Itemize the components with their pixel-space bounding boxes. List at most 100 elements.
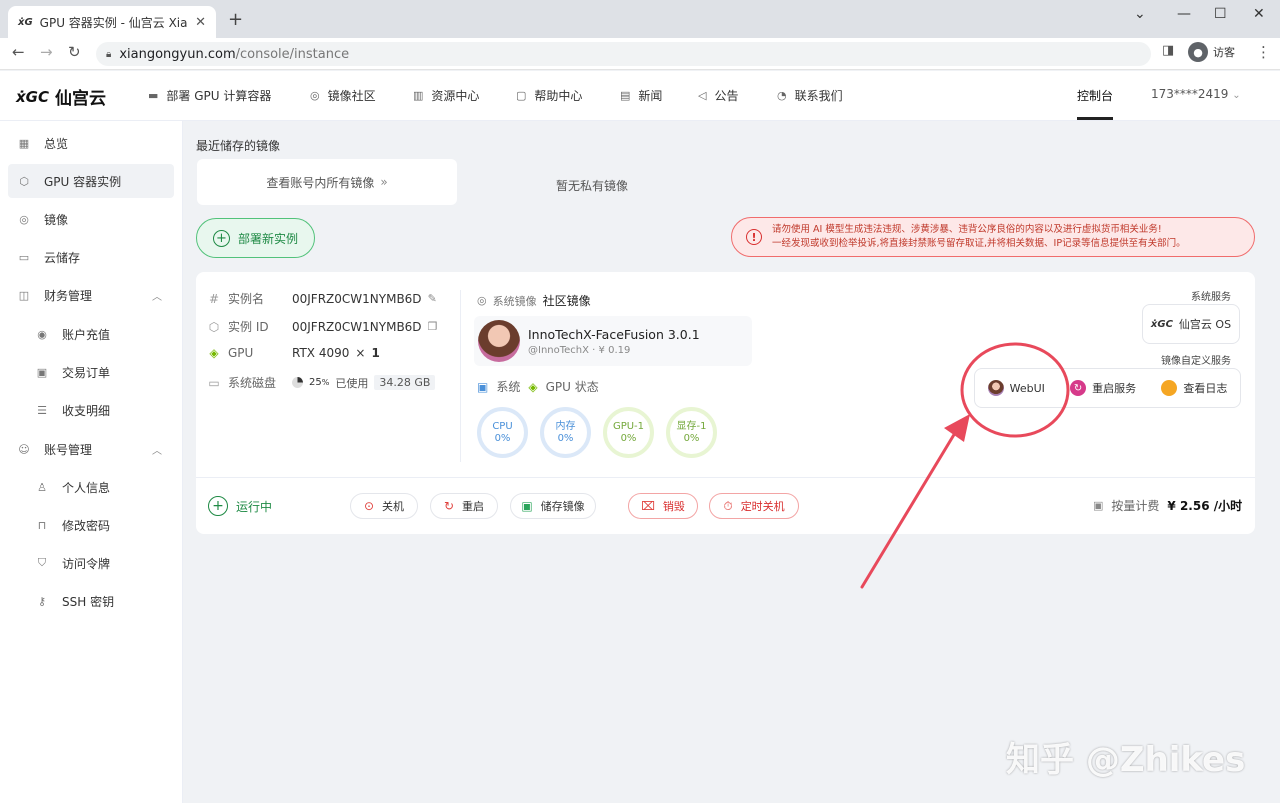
- save-icon: ▣: [521, 499, 533, 513]
- console-sidebar: ▦ 总览 ⬡ GPU 容器实例 ◎ 镜像 ▭ 云储存 ◫ 财务管理 ︿ ◉ 账户充值 ▣ 交易订…: [0, 121, 183, 803]
- restart-service-button[interactable]: ↻ 重启服务: [1070, 380, 1136, 396]
- window-close-icon[interactable]: ✕: [1253, 6, 1265, 22]
- sidebar-item-orders[interactable]: ▣ 交易订单: [8, 355, 174, 389]
- sidebar-item-password[interactable]: ⊓ 修改密码: [8, 508, 174, 542]
- instance-name-value: 00JFRZ0CW1NYMB6D: [292, 291, 422, 306]
- chevron-up-icon: ︿: [152, 291, 162, 303]
- address-bar[interactable]: 🔒︎ xiangongyun.com/console/instance: [96, 42, 1151, 66]
- sidebar-item-label: 访问令牌: [62, 556, 111, 571]
- sidebar-group-account[interactable]: ☺ 账号管理 ︿: [8, 432, 174, 466]
- nav-label: 资源中心: [431, 89, 480, 103]
- warning-line-2: 一经发现或收到检举投诉,将直接封禁账号留存取证,并将相关数据、IP记录等信息提供…: [772, 238, 1186, 249]
- image-info-box[interactable]: InnoTechX-FaceFusion 3.0.1 @InnoTechX · …: [474, 316, 752, 366]
- maximize-icon[interactable]: ☐: [1214, 6, 1227, 22]
- browser-tab-strip: ẋG GPU 容器实例 - 仙宫云 Xiangon ✕ + ⌄ — ☐ ✕: [0, 0, 1280, 38]
- nav-contact[interactable]: ◔ 联系我们: [777, 87, 843, 104]
- forward-icon[interactable]: →: [40, 43, 53, 61]
- custom-service-label: 镜像自定义服务: [1161, 356, 1231, 367]
- sidebar-item-ledger[interactable]: ☰ 收支明细: [8, 393, 174, 427]
- site-logo[interactable]: ẋGC 仙宫云: [16, 84, 106, 110]
- headset-icon: ◔: [777, 89, 787, 102]
- disc-icon: ◎: [310, 89, 320, 102]
- card-divider: [460, 290, 461, 462]
- view-all-label: 查看账号内所有镜像: [266, 175, 375, 190]
- sidebar-item-label: 个人信息: [62, 480, 111, 495]
- webui-button[interactable]: WebUI: [987, 380, 1045, 396]
- account-number: 173****2419: [1151, 87, 1229, 101]
- hash-icon: #: [208, 291, 220, 306]
- new-tab-icon[interactable]: +: [228, 9, 243, 30]
- account-menu[interactable]: 173****2419 ⌄: [1151, 87, 1241, 101]
- sidebar-item-images[interactable]: ◎ 镜像: [8, 202, 174, 236]
- billing-label: 按量计费: [1111, 499, 1160, 513]
- nav-announcement[interactable]: ◁ 公告: [698, 87, 738, 104]
- profile-label: 访客: [1213, 46, 1235, 59]
- plus-icon: +: [212, 229, 230, 247]
- list-icon: ☰: [37, 403, 47, 417]
- save-image-button[interactable]: ▣ 储存镜像: [510, 493, 596, 519]
- sidebar-panel-icon[interactable]: ◨: [1162, 43, 1174, 58]
- running-icon: +: [208, 496, 228, 516]
- sidebar-item-overview[interactable]: ▦ 总览: [8, 126, 174, 160]
- url-host: xiangongyun.com: [119, 46, 236, 62]
- sidebar-item-label: GPU 容器实例: [44, 174, 122, 189]
- sidebar-group-finance[interactable]: ◫ 财务管理 ︿: [8, 278, 174, 312]
- user-icon: ●: [1188, 42, 1208, 62]
- billing-icon: ▣: [1093, 499, 1104, 512]
- destroy-button[interactable]: ⌧ 销毁: [628, 493, 698, 519]
- chevron-down-icon: ⌄: [1232, 90, 1241, 101]
- price-value: ¥ 2.56: [1167, 499, 1210, 513]
- scheduled-shutdown-button[interactable]: ⏱ 定时关机: [709, 493, 799, 519]
- deploy-new-instance-button[interactable]: + 部署新实例: [196, 218, 315, 258]
- wallet-icon: ◫: [18, 288, 30, 302]
- log-icon: [1161, 380, 1178, 396]
- copy-icon[interactable]: ❐: [428, 320, 438, 333]
- back-icon[interactable]: ←: [12, 43, 25, 61]
- gauge-label: 显存-1: [676, 420, 707, 432]
- nav-deploy-gpu[interactable]: ▬ 部署 GPU 计算容器: [148, 87, 271, 104]
- tab-gpu-status[interactable]: GPU 状态: [546, 378, 599, 395]
- nav-news[interactable]: ▤ 新闻: [620, 87, 662, 104]
- sidebar-item-recharge[interactable]: ◉ 账户充值: [8, 317, 174, 351]
- reload-icon[interactable]: ↻: [68, 43, 81, 61]
- view-logs-button[interactable]: 查看日志: [1161, 380, 1227, 396]
- sidebar-item-label: 总览: [44, 136, 69, 151]
- nav-label: 新闻: [638, 89, 663, 103]
- nav-help-center[interactable]: ▢ 帮助中心: [516, 87, 582, 104]
- edit-icon[interactable]: ✎: [428, 292, 437, 305]
- view-all-images-button[interactable]: 查看账号内所有镜像 »: [197, 159, 457, 205]
- nav-image-community[interactable]: ◎ 镜像社区: [310, 87, 376, 104]
- status-label: 运行中: [236, 499, 273, 514]
- minimize-icon[interactable]: —: [1177, 6, 1191, 22]
- xiangong-os-button[interactable]: ẋGC 仙宫云 OS: [1142, 304, 1240, 344]
- image-source: 社区镜像: [542, 294, 591, 308]
- shutdown-button[interactable]: ⊙ 关机: [350, 493, 418, 519]
- sidebar-item-cloud-storage[interactable]: ▭ 云储存: [8, 240, 174, 274]
- sidebar-item-profile[interactable]: ♙ 个人信息: [8, 470, 174, 504]
- gauge-label: CPU: [492, 420, 513, 432]
- shutdown-label: 关机: [382, 500, 405, 513]
- nav-resource-center[interactable]: ▥ 资源中心: [413, 87, 479, 104]
- disc-icon: ◎: [477, 294, 487, 307]
- tab-system[interactable]: 系统: [496, 378, 520, 395]
- more-menu-icon[interactable]: ⋮: [1256, 43, 1271, 61]
- sidebar-item-token[interactable]: ⛉ 访问令牌: [8, 546, 174, 580]
- status-tabs: ▣ 系统 ◈ GPU 状态: [477, 378, 599, 395]
- nav-console[interactable]: 控制台: [1077, 87, 1113, 104]
- double-chevron-right-icon: »: [380, 175, 388, 189]
- resource-gauges: CPU 0% 内存 0% GPU-1 0% 显存-1 0%: [477, 407, 717, 458]
- sidebar-item-ssh-key[interactable]: ⚷ SSH 密钥: [8, 584, 174, 618]
- restart-service-label: 重启服务: [1092, 382, 1137, 395]
- timer-icon: ⏱: [723, 498, 733, 513]
- disk-label: 系统磁盘: [228, 376, 277, 390]
- browser-tab[interactable]: ẋG GPU 容器实例 - 仙宫云 Xiangon ✕: [8, 6, 216, 38]
- profile-button[interactable]: ● 访客: [1188, 42, 1235, 62]
- custom-services-group: WebUI ↻ 重启服务 查看日志: [974, 368, 1241, 408]
- restart-button[interactable]: ↻ 重启: [430, 493, 498, 519]
- gpu-multiplier: ×: [355, 346, 366, 360]
- chevron-down-icon[interactable]: ⌄: [1134, 6, 1146, 22]
- nav-label: 镜像社区: [327, 89, 376, 103]
- close-tab-icon[interactable]: ✕: [195, 15, 206, 30]
- browser-toolbar: ← → ↻ 🔒︎ xiangongyun.com/console/instanc…: [0, 38, 1280, 70]
- sidebar-item-gpu-instance[interactable]: ⬡ GPU 容器实例: [8, 164, 174, 198]
